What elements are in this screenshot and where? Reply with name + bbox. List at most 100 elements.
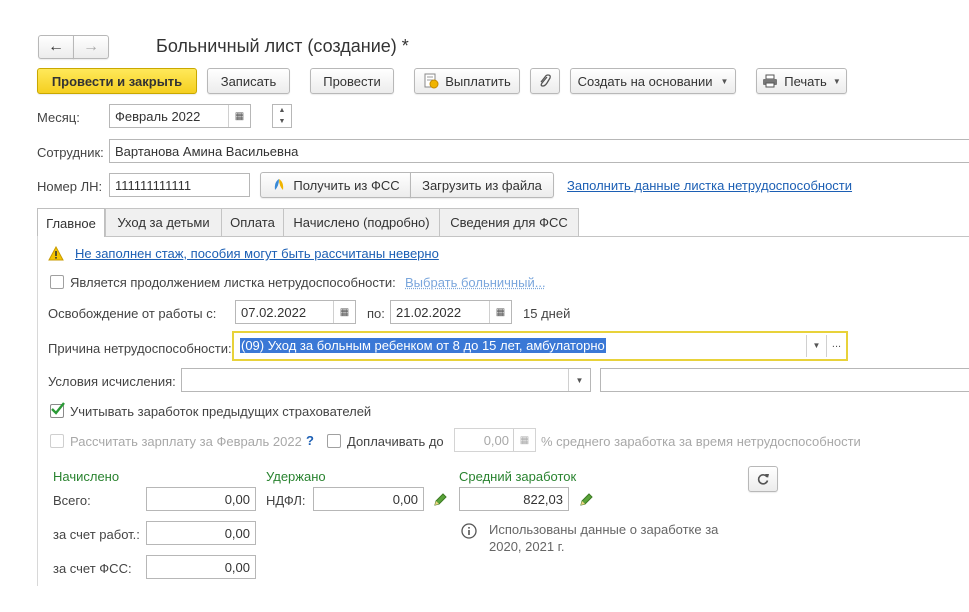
employer-label: за счет работ.: (53, 527, 140, 542)
reason-more-icon[interactable]: ... (826, 335, 846, 357)
total-label: Всего: (53, 493, 91, 508)
help-icon[interactable]: ? (306, 433, 314, 448)
get-from-fss-label: Получить из ФСС (293, 177, 400, 193)
date-from-value: 07.02.2022 (241, 304, 307, 320)
select-sick-leave-link[interactable]: Выбрать больничный... (405, 275, 546, 290)
ndfl-value: 0,00 (392, 491, 418, 507)
date-to-input[interactable]: 21.02.2022 ▦ (390, 300, 512, 324)
tab-panel-left-border (37, 236, 38, 586)
document-coins-icon (424, 73, 439, 89)
topup-input[interactable]: 0,00 ▦ (454, 428, 536, 452)
calendar-icon[interactable]: ▦ (228, 105, 250, 127)
tab-payment[interactable]: Оплата (221, 208, 284, 236)
dropdown-arrow-icon: ▼ (720, 76, 729, 86)
print-label: Печать (784, 73, 827, 89)
tab-main[interactable]: Главное (37, 208, 105, 237)
avg-earnings-heading: Средний заработок (459, 469, 577, 484)
fss-input[interactable]: 0,00 (146, 555, 256, 579)
employer-value: 0,00 (224, 525, 250, 541)
warning-icon (48, 246, 64, 261)
tab-childcare[interactable]: Уход за детьми (105, 208, 222, 236)
conditions-extra-input[interactable] (600, 368, 969, 392)
ln-number-input[interactable]: 111111111111 (109, 173, 250, 197)
month-value: Февраль 2022 (115, 108, 201, 124)
tab-accrued-detail[interactable]: Начислено (подробно) (283, 208, 440, 236)
fss-logo-icon (275, 179, 284, 190)
arrow-left-icon: ← (48, 38, 64, 55)
warning-link[interactable]: Не заполнен стаж, пособия могут быть рас… (75, 246, 439, 261)
dropdown-arrow-icon: ▼ (832, 76, 841, 86)
back-button[interactable]: ← (38, 35, 74, 59)
dropdown-arrow-icon[interactable]: ▼ (568, 369, 590, 391)
printer-icon (763, 74, 778, 88)
topup-label: Доплачивать до (347, 434, 444, 449)
calendar-icon[interactable]: ▦ (333, 301, 355, 323)
fill-sick-leave-link[interactable]: Заполнить данные листка нетрудоспособнос… (567, 178, 852, 193)
fss-label: за счет ФСС: (53, 561, 132, 576)
attach-button[interactable] (530, 68, 560, 94)
consider-previous-checkbox[interactable] (50, 402, 65, 418)
tabs-baseline (37, 236, 969, 237)
save-button[interactable]: Записать (207, 68, 290, 94)
refresh-button[interactable] (748, 466, 778, 492)
conditions-label: Условия исчисления: (48, 374, 176, 389)
refresh-icon (757, 474, 769, 485)
days-count: 15 дней (523, 306, 571, 321)
reason-value: (09) Уход за больным ребенком от 8 до 15… (240, 338, 606, 353)
continuation-checkbox[interactable] (50, 275, 64, 289)
employee-label: Сотрудник: (37, 145, 104, 160)
fss-value: 0,00 (224, 559, 250, 575)
tab-fss-info[interactable]: Сведения для ФСС (439, 208, 579, 236)
pencil-icon[interactable] (432, 492, 448, 508)
date-to-value: 21.02.2022 (396, 304, 462, 320)
ln-number-label: Номер ЛН: (37, 179, 103, 194)
forward-button[interactable]: → (73, 35, 109, 59)
page-title: Больничный лист (создание) * (156, 36, 409, 56)
reason-input[interactable]: (09) Уход за больным ребенком от 8 до 15… (232, 331, 848, 361)
employer-input[interactable]: 0,00 (146, 521, 256, 545)
checkmark-icon (51, 402, 65, 415)
total-value: 0,00 (224, 491, 250, 507)
reason-dropdown-icon[interactable]: ▼ (806, 335, 826, 357)
ndfl-input[interactable]: 0,00 (313, 487, 424, 511)
total-input[interactable]: 0,00 (146, 487, 256, 511)
withheld-heading: Удержано (266, 469, 326, 484)
conditions-select[interactable]: ▼ (181, 368, 591, 392)
pencil-icon[interactable] (578, 492, 594, 508)
post-button[interactable]: Провести (310, 68, 394, 94)
release-from-label: Освобождение от работы с: (48, 306, 217, 321)
calendar-icon[interactable]: ▦ (489, 301, 511, 323)
topup-suffix: % среднего заработка за время нетрудоспо… (541, 434, 861, 449)
consider-previous-label: Учитывать заработок предыдущих страховат… (70, 404, 372, 419)
avg-earnings-value: 822,03 (523, 491, 563, 507)
month-label: Месяц: (37, 110, 80, 125)
get-from-fss-button[interactable]: Получить из ФСС (260, 172, 411, 198)
stepper-up-icon[interactable]: ▲ (273, 105, 291, 116)
topup-checkbox[interactable] (327, 434, 341, 448)
month-stepper[interactable]: ▲ ▼ (272, 104, 292, 128)
post-and-close-button[interactable]: Провести и закрыть (37, 68, 197, 94)
calculator-icon[interactable]: ▦ (513, 429, 535, 451)
paperclip-icon (540, 74, 551, 87)
info-text-line1: Использованы данные о заработке за (489, 522, 719, 537)
continuation-label: Является продолжением листка нетрудоспос… (70, 275, 396, 290)
month-input[interactable]: Февраль 2022 ▦ (109, 104, 251, 128)
avg-earnings-input[interactable]: 822,03 (459, 487, 569, 511)
date-to-label: по: (367, 306, 385, 321)
date-from-input[interactable]: 07.02.2022 ▦ (235, 300, 356, 324)
info-icon (461, 523, 477, 539)
topup-value: 0,00 (483, 432, 509, 448)
calc-salary-label: Рассчитать зарплату за Февраль 2022 (70, 434, 302, 449)
pay-button[interactable]: Выплатить (414, 68, 520, 94)
ndfl-label: НДФЛ: (266, 493, 306, 508)
load-from-file-button[interactable]: Загрузить из файла (410, 172, 554, 198)
create-based-on-label: Создать на основании (577, 73, 713, 89)
info-text-line2: 2020, 2021 г. (489, 539, 565, 554)
employee-input[interactable]: Вартанова Амина Васильевна (109, 139, 969, 163)
accrued-heading: Начислено (53, 469, 120, 484)
calc-salary-checkbox[interactable] (50, 434, 64, 448)
pay-button-label: Выплатить (445, 73, 511, 89)
create-based-on-button[interactable]: Создать на основании ▼ (570, 68, 736, 94)
print-button[interactable]: Печать ▼ (756, 68, 847, 94)
stepper-down-icon[interactable]: ▼ (273, 116, 291, 127)
